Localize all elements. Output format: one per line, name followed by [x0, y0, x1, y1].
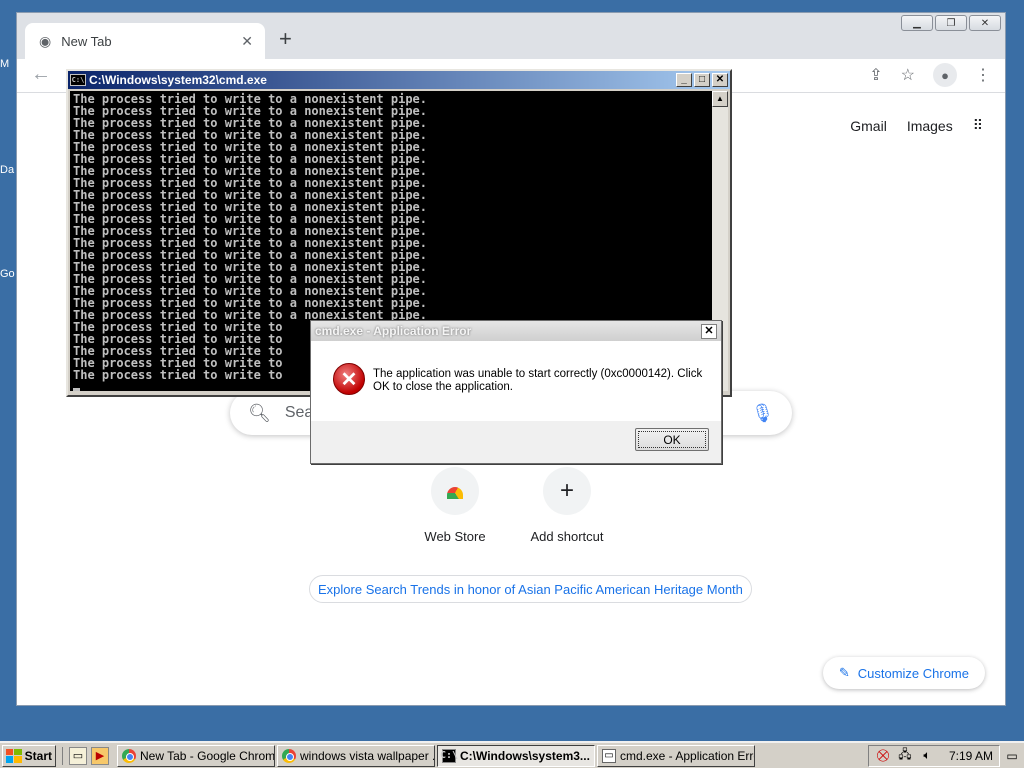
task-label: C:\Windows\system3...	[460, 748, 590, 763]
task-label: cmd.exe - Application Error	[620, 748, 755, 763]
plus-icon: +	[543, 467, 591, 515]
microphone-icon[interactable]: 🎙︎	[751, 403, 774, 424]
dialog-titlebar[interactable]: cmd.exe - Application Error ✕	[311, 321, 721, 341]
tab-close-icon[interactable]: ✕	[241, 33, 253, 50]
cmd-titlebar[interactable]: C:\ C:\Windows\system32\cmd.exe _ □ ✕	[68, 71, 730, 89]
clock[interactable]: 7:19 AM	[949, 749, 993, 763]
profile-avatar-icon[interactable]: ●	[933, 63, 957, 87]
show-desktop-icon[interactable]: ▭	[69, 746, 87, 765]
desktop-icon-label[interactable]: M	[0, 58, 16, 70]
back-arrow-icon[interactable]: ←	[31, 63, 51, 86]
dialog-close-button[interactable]: ✕	[701, 323, 717, 339]
system-tray: ⛒ 🖧︎ 🔈︎ 7:19 AM	[867, 744, 1000, 767]
task-button[interactable]: ▭ cmd.exe - Application Error	[597, 744, 755, 767]
maximize-button[interactable]: □	[694, 73, 710, 87]
ok-button[interactable]: OK	[635, 428, 709, 451]
error-message: The application was unable to start corr…	[373, 368, 703, 393]
new-tab-button[interactable]: +	[279, 27, 292, 51]
start-button[interactable]: Start	[2, 744, 56, 767]
chrome-icon	[122, 748, 136, 763]
show-desktop-button[interactable]: ▭	[1002, 745, 1022, 767]
media-player-icon[interactable]: ▶	[91, 746, 109, 765]
cmd-app-icon: C:\	[70, 74, 86, 86]
cmd-icon: C:\	[439, 748, 459, 763]
task-button-active[interactable]: C:\ C:\Windows\system3...	[437, 744, 595, 767]
task-button[interactable]: New Tab - Google Chrome	[117, 744, 275, 767]
tab-strip: ◉ New Tab ✕ + ▁ ❐ ✕	[17, 13, 1005, 59]
dialog-content: ✕ The application was unable to start co…	[311, 341, 721, 421]
doodle-promo-link[interactable]: Explore Search Trends in honor of Asian …	[309, 575, 752, 603]
tab-new-tab[interactable]: ◉ New Tab ✕	[25, 23, 265, 59]
quick-launch: ▭ ▶	[62, 746, 115, 765]
cmd-title: C:\Windows\system32\cmd.exe	[89, 73, 267, 87]
dialog-icon: ▭	[602, 748, 616, 763]
images-link[interactable]: Images	[907, 118, 953, 134]
share-icon[interactable]: ⇪	[869, 65, 882, 85]
search-icon: 🔍︎	[248, 402, 271, 423]
task-button[interactable]: windows vista wallpaper ...	[277, 744, 435, 767]
customize-chrome-button[interactable]: ✎ Customize Chrome	[822, 657, 985, 689]
network-icon[interactable]: 🖧︎	[897, 747, 913, 764]
close-button[interactable]: ✕	[712, 73, 728, 87]
bookmark-star-icon[interactable]: ☆	[901, 65, 915, 85]
web-store-icon	[431, 467, 479, 515]
close-button[interactable]: ✕	[969, 15, 1001, 31]
gmail-link[interactable]: Gmail	[850, 118, 887, 134]
start-label: Start	[24, 748, 52, 763]
minimize-button[interactable]: ▁	[901, 15, 933, 31]
shortcut-add[interactable]: + Add shortcut	[511, 467, 623, 544]
security-alert-icon[interactable]: ⛒	[875, 748, 891, 764]
apps-grid-icon[interactable]: ⠿	[973, 117, 983, 134]
customize-label: Customize Chrome	[857, 665, 969, 681]
error-icon: ✕	[333, 363, 365, 395]
window-controls: ▁ ❐ ✕	[901, 15, 1001, 31]
chrome-icon	[282, 748, 296, 763]
pencil-icon: ✎	[838, 665, 850, 680]
restore-button[interactable]: ❐	[935, 15, 967, 31]
tab-title: New Tab	[61, 33, 112, 49]
minimize-button[interactable]: _	[676, 73, 692, 87]
dialog-title: cmd.exe - Application Error	[315, 324, 472, 338]
shortcut-label: Web Store	[424, 529, 486, 544]
scroll-up-icon[interactable]: ▲	[712, 91, 728, 107]
shortcut-web-store[interactable]: Web Store	[399, 467, 511, 544]
desktop-icon-label[interactable]: Go	[0, 268, 16, 280]
windows-logo-icon	[6, 748, 22, 763]
shortcut-label: Add shortcut	[530, 529, 604, 544]
task-label: New Tab - Google Chrome	[140, 748, 275, 763]
menu-kebab-icon[interactable]: ⋮	[975, 65, 991, 85]
desktop-icon-label[interactable]: Da	[0, 164, 16, 176]
application-error-dialog: cmd.exe - Application Error ✕ ✕ The appl…	[310, 320, 722, 464]
taskbar: Start ▭ ▶ New Tab - Google Chrome window…	[0, 741, 1024, 768]
task-label: windows vista wallpaper ...	[300, 748, 435, 763]
volume-icon[interactable]: 🔈︎	[919, 748, 935, 764]
ntp-header-links: Gmail Images ⠿	[850, 117, 983, 134]
chrome-favicon-icon: ◉	[39, 32, 52, 49]
